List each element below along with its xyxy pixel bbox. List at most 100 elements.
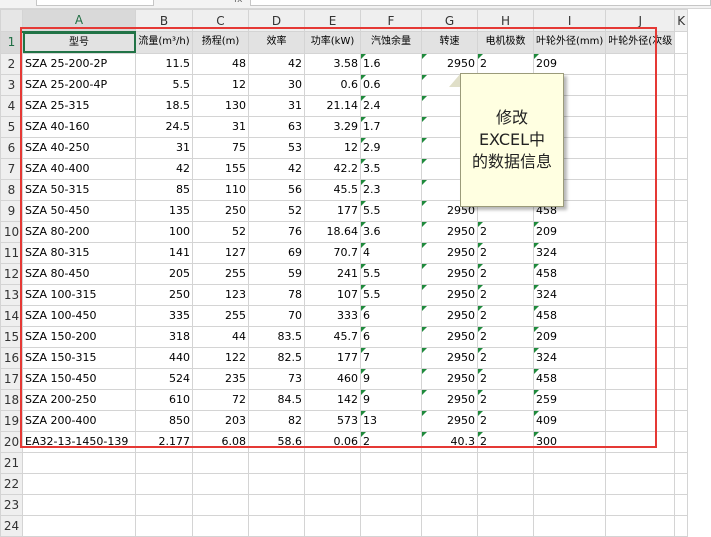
cell[interactable]: 82: [248, 409, 305, 432]
cell[interactable]: 12: [304, 136, 361, 159]
cell[interactable]: [135, 514, 193, 537]
select-all-corner[interactable]: [0, 9, 23, 32]
cell[interactable]: 5.5: [135, 73, 193, 96]
cell[interactable]: 44: [192, 325, 249, 348]
cell[interactable]: 63: [248, 115, 305, 138]
cell[interactable]: 13: [360, 409, 422, 432]
cell[interactable]: 70: [248, 304, 305, 327]
cell[interactable]: 3.6: [360, 220, 422, 243]
cell[interactable]: 142: [304, 388, 361, 411]
cell[interactable]: SZA 40-250: [22, 136, 136, 159]
cell[interactable]: 107: [304, 283, 361, 306]
cell[interactable]: [605, 178, 676, 201]
cell[interactable]: 2950: [421, 409, 478, 432]
cell[interactable]: 78: [248, 283, 305, 306]
cell[interactable]: 4: [360, 241, 422, 264]
cell[interactable]: [477, 451, 534, 474]
column-header[interactable]: A: [22, 9, 136, 33]
cell[interactable]: 0.06: [304, 430, 361, 453]
column-header[interactable]: I: [532, 9, 607, 32]
cell[interactable]: [674, 283, 689, 306]
formula-input[interactable]: [250, 0, 711, 6]
cell[interactable]: [674, 262, 689, 285]
row-header[interactable]: 3: [0, 73, 23, 96]
cell[interactable]: 1.6: [360, 52, 422, 75]
cell[interactable]: [421, 472, 478, 495]
cell[interactable]: SZA 25-315: [22, 94, 136, 117]
cell[interactable]: 2950: [421, 220, 478, 243]
column-header[interactable]: D: [248, 9, 305, 32]
cell[interactable]: 11.5: [135, 52, 193, 75]
cell[interactable]: 2: [477, 430, 534, 453]
cell[interactable]: [192, 472, 249, 495]
cell[interactable]: [674, 430, 689, 453]
cell[interactable]: 42: [248, 157, 305, 180]
cell[interactable]: 123: [192, 283, 249, 306]
cell[interactable]: 85: [135, 178, 193, 201]
cell[interactable]: 30: [248, 73, 305, 96]
cell[interactable]: 73: [248, 367, 305, 390]
cell[interactable]: [248, 514, 305, 537]
cell[interactable]: 58.6: [248, 430, 305, 453]
cell[interactable]: 31: [135, 136, 193, 159]
row-header[interactable]: 5: [0, 115, 23, 138]
header-cell[interactable]: 电机极数: [477, 31, 534, 54]
cell[interactable]: [674, 178, 689, 201]
cell[interactable]: 2950: [421, 388, 478, 411]
cell[interactable]: [605, 367, 676, 390]
cell[interactable]: SZA 25-200-4P: [22, 73, 136, 96]
row-header[interactable]: 11: [0, 241, 23, 264]
cell[interactable]: 2950: [421, 283, 478, 306]
row-header[interactable]: 4: [0, 94, 23, 117]
cell[interactable]: [674, 136, 689, 159]
cell[interactable]: [532, 472, 607, 495]
cell[interactable]: [135, 451, 193, 474]
cell[interactable]: 2: [477, 367, 534, 390]
cell[interactable]: SZA 80-315: [22, 241, 136, 264]
row-header[interactable]: 9: [0, 199, 23, 222]
row-header[interactable]: 20: [0, 430, 23, 453]
cell[interactable]: 850: [135, 409, 193, 432]
cell[interactable]: 69: [248, 241, 305, 264]
cell[interactable]: 259: [532, 388, 607, 411]
cell[interactable]: 2950: [421, 241, 478, 264]
cell[interactable]: 59: [248, 262, 305, 285]
cell[interactable]: 75: [192, 136, 249, 159]
cell-comment[interactable]: 修改 EXCEL中 的数据信息: [460, 73, 564, 207]
cell[interactable]: 3.5: [360, 157, 422, 180]
cell[interactable]: 300: [532, 430, 607, 453]
cell[interactable]: SZA 25-200-2P: [22, 52, 136, 75]
cell[interactable]: 155: [192, 157, 249, 180]
cell[interactable]: SZA 80-450: [22, 262, 136, 285]
cell[interactable]: SZA 150-200: [22, 325, 136, 348]
column-header[interactable]: C: [192, 9, 249, 32]
cell[interactable]: [605, 346, 676, 369]
cell[interactable]: 5.5: [360, 199, 422, 222]
cell[interactable]: SZA 200-400: [22, 409, 136, 432]
cell[interactable]: 6: [360, 304, 422, 327]
cell[interactable]: [192, 451, 249, 474]
cell[interactable]: [674, 367, 689, 390]
cell[interactable]: [605, 325, 676, 348]
column-header[interactable]: E: [304, 9, 361, 32]
cell[interactable]: 458: [532, 262, 607, 285]
cell[interactable]: 2950: [421, 262, 478, 285]
cell[interactable]: 209: [532, 325, 607, 348]
cell[interactable]: 2: [477, 52, 534, 75]
cell[interactable]: 205: [135, 262, 193, 285]
cell[interactable]: [674, 451, 689, 474]
column-header[interactable]: K: [674, 9, 689, 32]
cell[interactable]: SZA 80-200: [22, 220, 136, 243]
cell[interactable]: [605, 94, 676, 117]
cell[interactable]: 6.08: [192, 430, 249, 453]
cell[interactable]: 5.5: [360, 283, 422, 306]
cell[interactable]: [674, 346, 689, 369]
cell[interactable]: [605, 430, 676, 453]
row-header[interactable]: 6: [0, 136, 23, 159]
cell[interactable]: [135, 472, 193, 495]
cell[interactable]: 2: [477, 409, 534, 432]
cell[interactable]: 318: [135, 325, 193, 348]
cell[interactable]: 235: [192, 367, 249, 390]
cell[interactable]: 2.3: [360, 178, 422, 201]
cell[interactable]: 324: [532, 346, 607, 369]
